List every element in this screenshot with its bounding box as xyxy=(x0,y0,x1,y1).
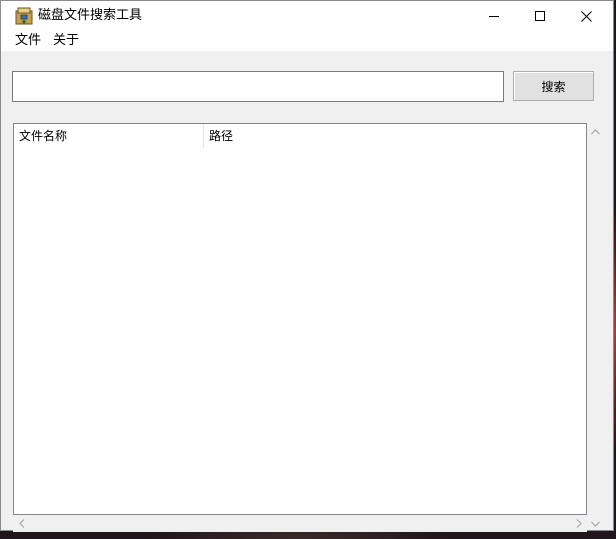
close-icon xyxy=(580,10,592,22)
horizontal-scrollbar[interactable] xyxy=(13,515,587,532)
close-button[interactable] xyxy=(563,1,609,31)
maximize-button[interactable] xyxy=(517,1,563,31)
vertical-scrollbar[interactable] xyxy=(587,123,604,515)
scroll-down-icon[interactable] xyxy=(587,515,604,532)
search-input[interactable] xyxy=(12,71,504,102)
list-header: 文件名称 路径 xyxy=(14,124,586,148)
menu-about[interactable]: 关于 xyxy=(51,33,81,49)
menu-file[interactable]: 文件 xyxy=(13,33,43,49)
search-button[interactable]: 搜索 xyxy=(513,71,594,101)
scroll-left-icon[interactable] xyxy=(13,515,30,532)
scroll-up-icon[interactable] xyxy=(587,123,604,140)
minimize-button[interactable] xyxy=(471,1,517,31)
window-title: 磁盘文件搜索工具 xyxy=(38,8,143,23)
title-bar[interactable]: 磁盘文件搜索工具 xyxy=(1,1,613,31)
column-header-filename[interactable]: 文件名称 xyxy=(14,124,204,148)
app-window: 磁盘文件搜索工具 文件 关于 搜索 文件名称 路径 xyxy=(0,0,614,532)
column-header-path[interactable]: 路径 xyxy=(204,124,586,148)
scroll-right-icon[interactable] xyxy=(570,515,587,532)
menu-bar: 文件 关于 xyxy=(1,31,613,51)
archive-icon xyxy=(15,7,33,25)
minimize-icon xyxy=(489,11,499,21)
maximize-icon xyxy=(535,11,545,21)
file-list[interactable]: 文件名称 路径 xyxy=(13,123,587,515)
